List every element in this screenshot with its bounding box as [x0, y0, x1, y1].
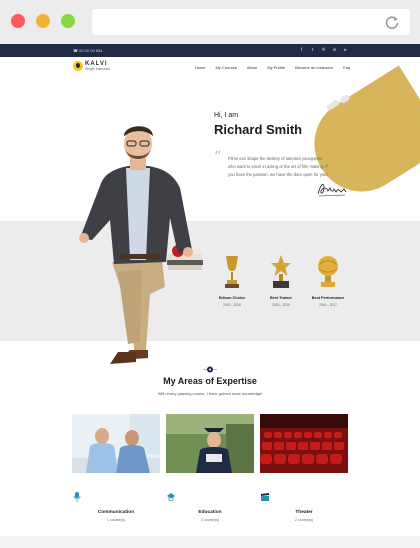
course-title[interactable]: Education	[166, 510, 254, 515]
education-photo	[166, 414, 254, 473]
course-count: 1 course(s)	[107, 518, 125, 522]
linkedin-icon[interactable]: in	[332, 47, 337, 53]
instructor-photo	[79, 126, 203, 364]
quote-icon: “	[214, 149, 222, 165]
hero-quote-line: you have the passion, we have the door o…	[228, 172, 328, 177]
award-label: Best Performance	[311, 296, 345, 300]
expertise-title: My Areas of Expertise	[163, 376, 257, 386]
menu: Home My Courses About My Profile Become …	[195, 65, 350, 70]
menu-item-my-profile[interactable]: My Profile	[267, 65, 285, 70]
award-label: Best Trainer	[270, 296, 292, 300]
menu-item-faq[interactable]: Faq	[343, 65, 350, 70]
hero-greeting: Hi, I am	[214, 112, 239, 119]
course-card-education[interactable]: Education 1 course(s)	[166, 414, 254, 522]
award-years: 2016 – 2017	[319, 303, 337, 307]
course-card-communication[interactable]: Communication 1 course(s)	[72, 414, 160, 522]
hero-quote-line: who want to excel in acting or the art o…	[228, 164, 328, 169]
reload-icon[interactable]	[384, 14, 400, 30]
graduation-cap-icon	[167, 493, 175, 502]
award-edison-choice: Edison Choice 2015 – 2016	[207, 254, 257, 307]
award-years: 2015 – 2016	[223, 303, 241, 307]
main-navigation: KALVI Single Instructor Home My Courses …	[0, 57, 420, 77]
twitter-icon[interactable]: t	[310, 47, 315, 53]
award-best-trainer: Best Trainer 2015 – 2016	[256, 254, 306, 307]
hero-quote-line: Films can shape the destiny of talented …	[228, 156, 323, 161]
course-title[interactable]: Theater	[260, 510, 348, 515]
course-count: 1 course(s)	[201, 518, 219, 522]
theater-photo	[260, 414, 348, 473]
maximize-window-button[interactable]	[61, 14, 75, 28]
hero-quote: Films can shape the destiny of talented …	[228, 155, 378, 179]
film-reel-icon	[203, 366, 217, 373]
expertise-subtitle: With every passing course, I have gained…	[157, 391, 263, 396]
communication-photo	[72, 414, 160, 473]
course-count: 2 course(s)	[295, 518, 313, 522]
web-page: ☎ 00 00 00 654 f t ℗ in ▸ KALVI Single I…	[0, 44, 420, 548]
course-card-theater[interactable]: Theater 2 course(s)	[260, 414, 348, 522]
browser-window-chrome	[0, 0, 420, 44]
youtube-icon[interactable]: ▸	[343, 47, 348, 53]
hero-name: Richard Smith	[214, 122, 303, 137]
logo-tagline: Single Instructor	[85, 67, 111, 71]
trophy-icon	[225, 256, 239, 288]
award-best-performance: Best Performance 2016 – 2017	[303, 254, 353, 307]
menu-item-become-instructor[interactable]: Become an Instructor	[295, 65, 333, 70]
top-contact-bar: ☎ 00 00 00 654 f t ℗ in ▸	[0, 44, 420, 57]
course-title[interactable]: Communication	[72, 510, 160, 515]
address-bar[interactable]	[92, 9, 410, 35]
star-trophy-icon	[271, 255, 291, 288]
close-window-button[interactable]	[11, 14, 25, 28]
phone-number: ☎ 00 00 00 654	[73, 48, 103, 53]
award-label: Edison Choice	[218, 296, 246, 300]
microphone-icon	[73, 492, 81, 502]
globe-trophy-icon	[318, 256, 338, 287]
award-years: 2015 – 2016	[272, 303, 290, 307]
pinterest-icon[interactable]: ℗	[321, 47, 326, 53]
facebook-icon[interactable]: f	[299, 47, 304, 53]
minimize-window-button[interactable]	[36, 14, 50, 28]
logo-icon	[73, 61, 83, 71]
menu-item-home[interactable]: Home	[195, 65, 206, 70]
signature-image	[317, 183, 347, 197]
site-logo[interactable]: KALVI Single Instructor	[73, 61, 110, 71]
footer-strip	[0, 536, 420, 548]
menu-item-my-courses[interactable]: My Courses	[215, 65, 236, 70]
social-links: f t ℗ in ▸	[299, 47, 348, 53]
clapperboard-icon	[261, 493, 269, 501]
menu-item-about[interactable]: About	[247, 65, 257, 70]
